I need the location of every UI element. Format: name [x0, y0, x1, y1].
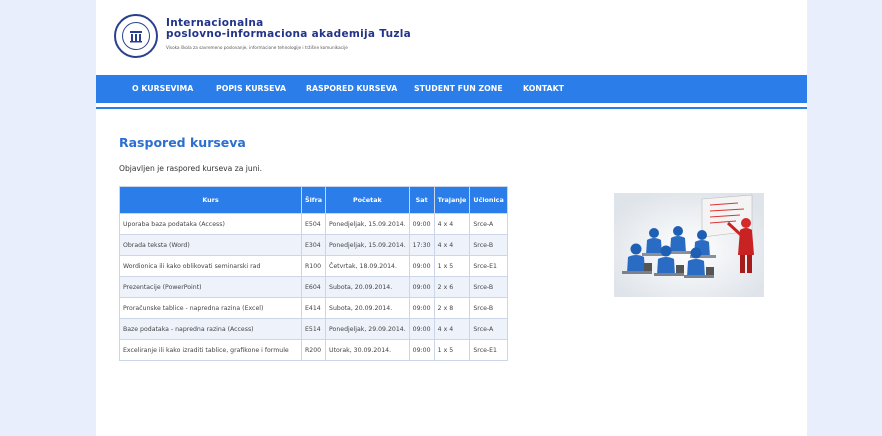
cell-kurs: Proračunske tablice - napredna razina (E… — [119, 297, 302, 319]
cell-ucionica: Srce-B — [469, 234, 508, 256]
table-row: Wordionica ili kako oblikovati seminarsk… — [119, 255, 508, 277]
cell-sifra: E304 — [300, 234, 327, 256]
cell-pocetak: Ponedjeljak, 15.09.2014. — [325, 213, 410, 235]
cell-kurs: Exceliranje ili kako izraditi tablice, g… — [119, 339, 302, 361]
cell-trajanje: 2 x 6 — [433, 276, 471, 298]
cell-pocetak: Subota, 20.09.2014. — [325, 297, 410, 319]
cell-sifra: E514 — [300, 318, 327, 340]
cell-ucionica: Srce-A — [469, 318, 508, 340]
nav-item-raspored-kurseva[interactable]: RASPORED KURSEVA — [306, 75, 397, 103]
table-header-row: Kurs Šifra Početak Sat Trajanje Učionica — [119, 186, 508, 214]
column-header-pocetak: Početak — [325, 186, 410, 214]
intro-text: Objavljen je raspored kurseva za juni. — [119, 164, 263, 173]
nav-item-student-fun-zone[interactable]: STUDENT FUN ZONE — [414, 75, 503, 103]
cell-ucionica: Srce-A — [469, 213, 508, 235]
page-container: Internacionalna poslovno-informaciona ak… — [96, 0, 807, 436]
table-row: Obrada teksta (Word) E304 Ponedjeljak, 1… — [119, 234, 508, 256]
cell-pocetak: Subota, 20.09.2014. — [325, 276, 410, 298]
cell-sat: 09:00 — [408, 213, 435, 235]
cell-trajanje: 2 x 8 — [433, 297, 471, 319]
table-row: Baze podataka - napredna razina (Access)… — [119, 318, 508, 340]
cell-sat: 17:30 — [408, 234, 435, 256]
cell-ucionica: Srce-E1 — [469, 255, 508, 277]
cell-sifra: E414 — [300, 297, 327, 319]
presentation-classroom-illustration — [614, 193, 764, 297]
cell-sat: 09:00 — [408, 339, 435, 361]
cell-kurs: Baze podataka - napredna razina (Access) — [119, 318, 302, 340]
table-row: Uporaba baza podataka (Access) E504 Pone… — [119, 213, 508, 235]
column-header-ucionica: Učionica — [469, 186, 508, 214]
cell-ucionica: Srce-E1 — [469, 339, 508, 361]
column-header-kurs: Kurs — [119, 186, 302, 214]
page-title: Raspored kurseva — [119, 135, 246, 150]
cell-ucionica: Srce-B — [469, 276, 508, 298]
cell-kurs: Prezentacije (PowerPoint) — [119, 276, 302, 298]
nav-item-o-kursevima[interactable]: O KURSEVIMA — [132, 75, 193, 103]
cell-sat: 09:00 — [408, 297, 435, 319]
column-header-sifra: Šifra — [300, 186, 327, 214]
academy-logo-icon[interactable] — [114, 14, 158, 58]
cell-trajanje: 4 x 4 — [433, 318, 471, 340]
logo-emblem-icon — [122, 22, 150, 50]
schedule-table: Kurs Šifra Početak Sat Trajanje Učionica… — [119, 186, 508, 361]
cell-pocetak: Ponedjeljak, 29.09.2014. — [325, 318, 410, 340]
cell-sat: 09:00 — [408, 255, 435, 277]
cell-sifra: E604 — [300, 276, 327, 298]
cell-pocetak: Utorak, 30.09.2014. — [325, 339, 410, 361]
nav-item-popis-kurseva[interactable]: POPIS KURSEVA — [216, 75, 286, 103]
cell-kurs: Obrada teksta (Word) — [119, 234, 302, 256]
cell-sifra: R100 — [300, 255, 327, 277]
main-nav: O KURSEVIMA POPIS KURSEVA RASPORED KURSE… — [96, 75, 807, 103]
cell-sat: 09:00 — [408, 318, 435, 340]
brand-title[interactable]: Internacionalna poslovno-informaciona ak… — [166, 18, 411, 40]
cell-sifra: R200 — [300, 339, 327, 361]
table-row: Prezentacije (PowerPoint) E604 Subota, 2… — [119, 276, 508, 298]
brand-title-line2: poslovno-informaciona akademija Tuzla — [166, 28, 412, 40]
cell-pocetak: Ponedjeljak, 15.09.2014. — [325, 234, 410, 256]
cell-trajanje: 4 x 4 — [433, 234, 471, 256]
brand-subtitle: Visoka škola za savremeno poslovanje, in… — [166, 45, 348, 50]
cell-sifra: E504 — [300, 213, 327, 235]
nav-divider — [96, 107, 807, 109]
cell-kurs: Wordionica ili kako oblikovati seminarsk… — [119, 255, 302, 277]
column-header-trajanje: Trajanje — [433, 186, 471, 214]
nav-item-kontakt[interactable]: KONTAKT — [523, 75, 564, 103]
cell-trajanje: 1 x 5 — [433, 255, 471, 277]
table-row: Proračunske tablice - napredna razina (E… — [119, 297, 508, 319]
cell-ucionica: Srce-B — [469, 297, 508, 319]
cell-sat: 09:00 — [408, 276, 435, 298]
column-header-sat: Sat — [408, 186, 435, 214]
cell-trajanje: 4 x 4 — [433, 213, 471, 235]
cell-pocetak: Četvrtak, 18.09.2014. — [325, 255, 410, 277]
table-row: Exceliranje ili kako izraditi tablice, g… — [119, 339, 508, 361]
cell-trajanje: 1 x 5 — [433, 339, 471, 361]
site-header: Internacionalna poslovno-informaciona ak… — [96, 0, 807, 73]
cell-kurs: Uporaba baza podataka (Access) — [119, 213, 302, 235]
